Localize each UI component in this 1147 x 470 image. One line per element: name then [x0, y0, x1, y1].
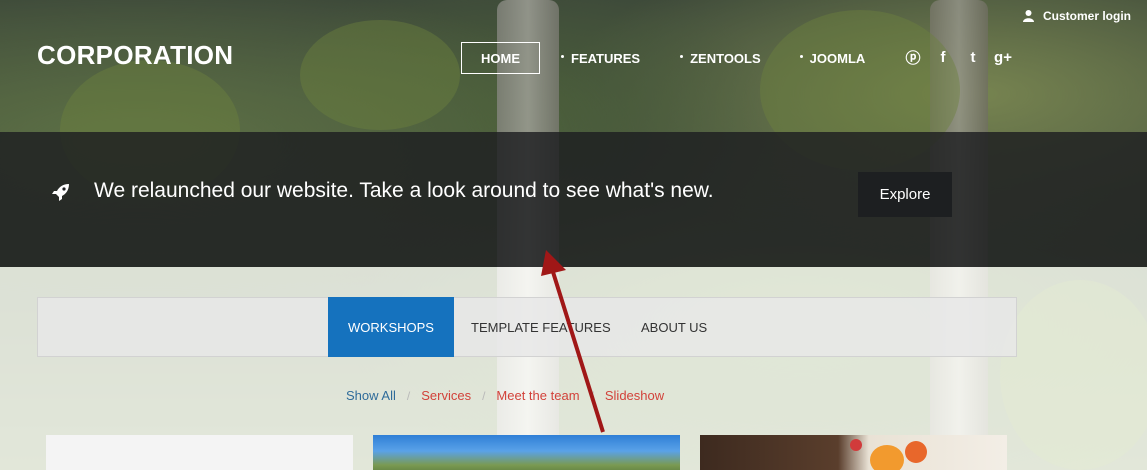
- bullet-icon: [680, 54, 684, 58]
- site-logo[interactable]: CORPORATION: [37, 40, 233, 71]
- portfolio-card[interactable]: [373, 435, 680, 470]
- user-icon: [1022, 10, 1034, 22]
- food-image: [850, 439, 862, 451]
- filter-services[interactable]: Services: [421, 388, 471, 403]
- portfolio-filters: Show All / Services / Meet the team / Sl…: [346, 388, 664, 403]
- filter-separator: /: [406, 388, 411, 403]
- bullet-icon: [799, 54, 803, 58]
- twitter-icon[interactable]: t: [965, 49, 981, 66]
- announcement-text: We relaunched our website. Take a look a…: [94, 179, 714, 202]
- filter-slideshow[interactable]: Slideshow: [605, 388, 664, 403]
- nav-joomla-label: JOOMLA: [809, 50, 866, 66]
- nav-zentools[interactable]: ZENTOOLS: [680, 42, 761, 74]
- tab-workshops[interactable]: WORKSHOPS: [328, 297, 454, 357]
- filter-separator: /: [482, 388, 486, 403]
- bullet-icon: [561, 54, 564, 58]
- nav-joomla[interactable]: JOOMLA: [799, 42, 866, 74]
- portfolio-card[interactable]: [700, 435, 1007, 470]
- filter-separator: /: [590, 388, 594, 403]
- filter-meet-the-team[interactable]: Meet the team: [496, 388, 579, 403]
- food-image: [870, 445, 904, 470]
- nav-home-label: HOME: [481, 50, 520, 66]
- pinterest-icon[interactable]: ⓟ: [905, 49, 921, 67]
- nav-home[interactable]: HOME: [461, 42, 540, 74]
- customer-login-link[interactable]: Customer login: [1022, 9, 1131, 23]
- nav-features[interactable]: FEATURES: [561, 42, 640, 74]
- main-navigation: HOME FEATURES ZENTOOLS JOOMLA: [461, 42, 865, 74]
- tab-template-features[interactable]: TEMPLATE FEATURES: [471, 297, 611, 357]
- explore-button[interactable]: Explore: [858, 172, 952, 217]
- food-image: [905, 441, 927, 463]
- social-links: ⓟ f t g+: [905, 49, 1012, 67]
- tab-about-us[interactable]: ABOUT US: [641, 297, 707, 357]
- facebook-icon[interactable]: f: [935, 49, 951, 66]
- portfolio-card[interactable]: [46, 435, 353, 470]
- google-plus-icon[interactable]: g+: [994, 49, 1012, 66]
- filter-show-all[interactable]: Show All: [346, 388, 396, 403]
- nav-features-label: FEATURES: [571, 50, 641, 66]
- nav-zentools-label: ZENTOOLS: [690, 50, 761, 66]
- customer-login-label: Customer login: [1042, 9, 1131, 23]
- rocket-icon: [52, 184, 69, 201]
